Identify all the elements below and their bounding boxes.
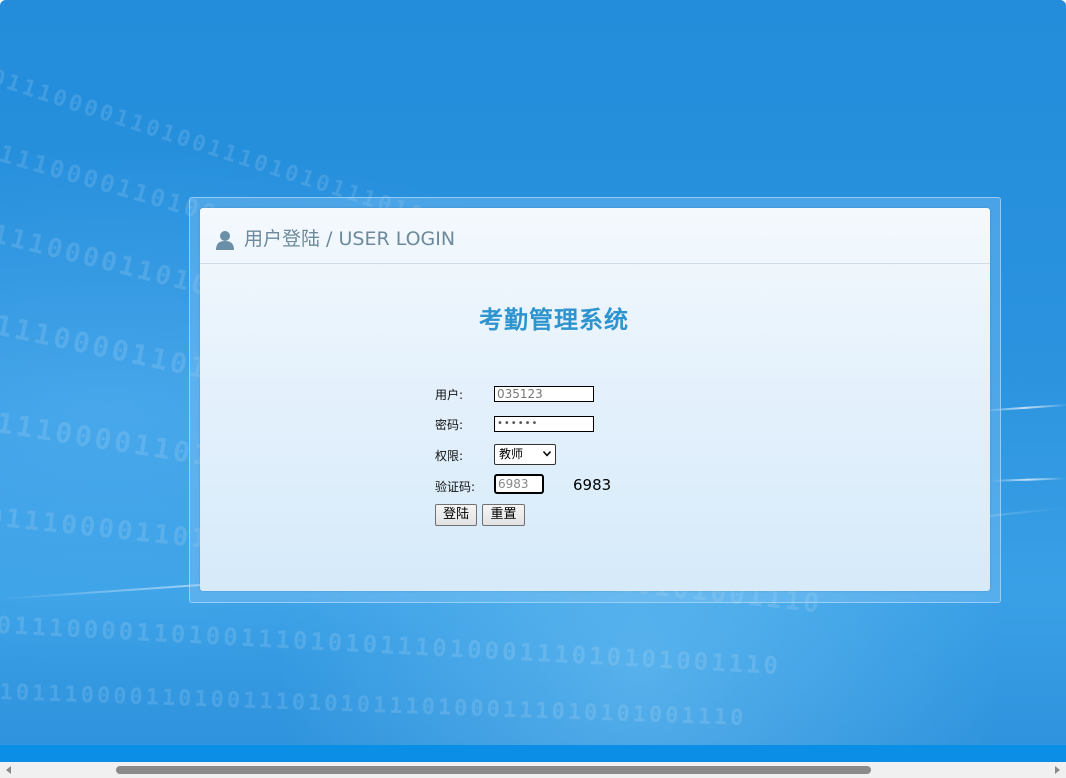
login-button[interactable]: 登陆: [435, 504, 477, 526]
captcha-code: 6983: [573, 476, 612, 494]
reset-button[interactable]: 重置: [482, 504, 525, 526]
horizontal-scrollbar[interactable]: [0, 762, 1066, 778]
login-page: 1011100001101001110101011101000111010101…: [0, 0, 1066, 778]
panel-title: 用户登陆 / USER LOGIN: [244, 228, 456, 250]
username-input[interactable]: 035123: [494, 386, 594, 402]
system-title: 考勤管理系统: [479, 305, 629, 334]
user-icon: [216, 231, 234, 250]
password-input[interactable]: ••••••: [494, 416, 594, 432]
role-label: 权限:: [435, 449, 464, 463]
captcha-input[interactable]: 6983: [494, 474, 544, 494]
panel-header: 用户登陆 / USER LOGIN: [200, 208, 990, 264]
role-select[interactable]: 教师: [494, 444, 556, 465]
login-panel: 用户登陆 / USER LOGIN: [200, 208, 990, 591]
scrollbar-thumb[interactable]: [116, 766, 871, 774]
username-label: 用户:: [435, 388, 464, 402]
role-select-value: 教师: [499, 447, 524, 461]
captcha-label: 验证码:: [435, 480, 476, 494]
scroll-right-arrow-icon[interactable]: [1055, 766, 1060, 774]
chevron-down-icon: [543, 451, 551, 457]
password-label: 密码:: [435, 418, 464, 432]
bottom-bar: [0, 745, 1066, 762]
scroll-left-arrow-icon[interactable]: [6, 766, 11, 774]
